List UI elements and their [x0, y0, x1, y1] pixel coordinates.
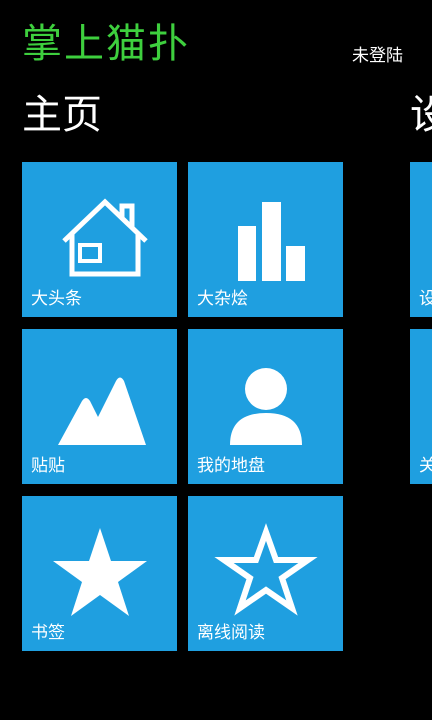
tile-bookmarks[interactable]: 书签 — [22, 496, 177, 651]
tile-label: 大杂烩 — [197, 289, 248, 309]
tile-settings-partial[interactable]: 设 — [410, 162, 432, 317]
tile-label: 我的地盘 — [197, 456, 265, 476]
tile-offline-reading[interactable]: 离线阅读 — [188, 496, 343, 651]
tile-posts[interactable]: 贴贴 — [22, 329, 177, 484]
app-title: 掌上猫扑 — [22, 21, 190, 67]
tile-label: 离线阅读 — [197, 623, 265, 643]
page-title-home: 主页 — [22, 92, 102, 138]
tile-label: 书签 — [31, 623, 65, 643]
tile-my-space[interactable]: 我的地盘 — [188, 329, 343, 484]
page-title-settings-partial[interactable]: 设 — [410, 88, 432, 142]
tile-label: 大头条 — [31, 289, 82, 309]
tile-label: 关 — [419, 456, 432, 476]
tile-label: 设 — [419, 289, 432, 309]
login-status-link[interactable]: 未登陆 — [352, 44, 403, 68]
tile-about-partial[interactable]: 关 — [410, 329, 432, 484]
tile-label: 贴贴 — [31, 456, 65, 476]
tile-hodgepodge[interactable]: 大杂烩 — [188, 162, 343, 317]
tile-headlines[interactable]: 大头条 — [22, 162, 177, 317]
